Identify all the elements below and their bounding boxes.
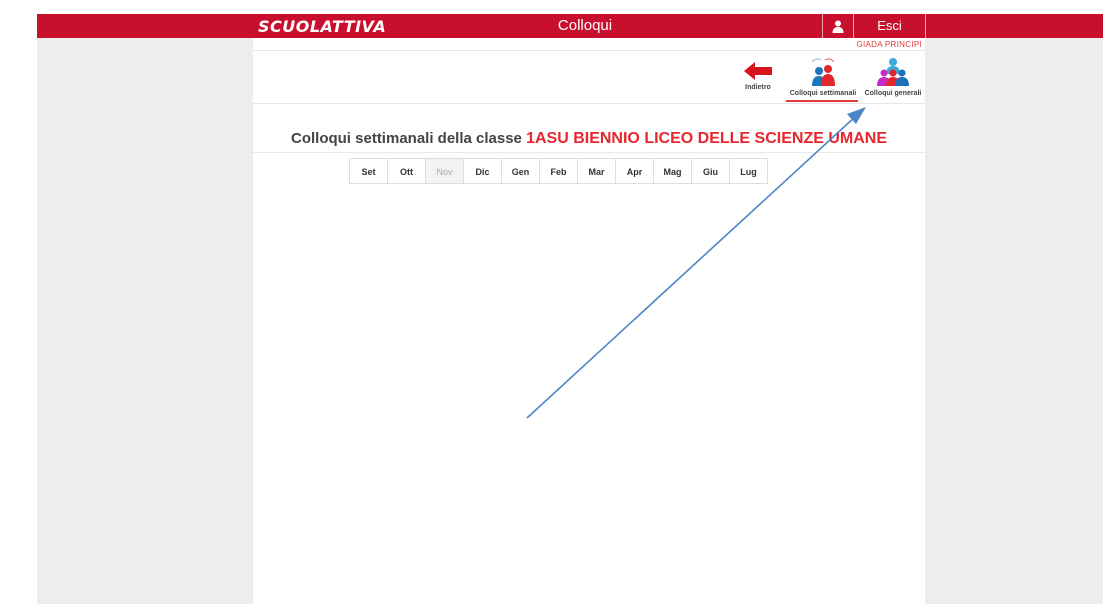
app-logo[interactable]: SCUOLATTIVA	[258, 15, 386, 37]
general-meetings-icon	[877, 58, 909, 86]
month-button-ott[interactable]: Ott	[387, 158, 426, 184]
user-button[interactable]	[822, 14, 854, 38]
right-gutter	[925, 38, 1103, 604]
left-gutter	[37, 38, 253, 604]
month-button-nov: Nov	[425, 158, 464, 184]
logout-button[interactable]: Esci	[854, 14, 926, 38]
page-title: Colloqui	[557, 17, 613, 34]
divider	[253, 50, 925, 51]
back-button[interactable]: Indietro	[738, 62, 778, 91]
month-button-feb[interactable]: Feb	[539, 158, 578, 184]
general-label: Colloqui generali	[864, 90, 922, 97]
month-button-gen[interactable]: Gen	[501, 158, 540, 184]
back-label: Indietro	[745, 84, 771, 91]
month-button-apr[interactable]: Apr	[615, 158, 654, 184]
section-heading: Colloqui settimanali della classe 1ASU B…	[253, 130, 925, 148]
class-name: 1ASU BIENNIO LICEO DELLE SCIENZE UMANE	[526, 130, 887, 147]
arrow-left-icon	[744, 62, 772, 80]
tab-general-meetings[interactable]: Colloqui generali	[860, 56, 926, 97]
month-button-mag[interactable]: Mag	[653, 158, 692, 184]
heading-prefix: Colloqui settimanali della classe	[290, 130, 522, 147]
active-tab-indicator	[786, 100, 858, 102]
weekly-meetings-icon	[811, 58, 835, 86]
month-button-mar[interactable]: Mar	[577, 158, 616, 184]
month-button-lug[interactable]: Lug	[729, 158, 768, 184]
month-button-giu[interactable]: Giu	[691, 158, 730, 184]
divider	[253, 152, 925, 153]
left-margin	[0, 0, 37, 604]
tab-weekly-meetings[interactable]: Colloqui settimanali	[784, 56, 862, 97]
content-area	[253, 38, 925, 604]
weekly-label: Colloqui settimanali	[789, 90, 857, 97]
divider	[253, 103, 925, 104]
page: SCUOLATTIVA Colloqui Esci GIADA PRINCIPI…	[0, 0, 1103, 604]
month-selector: Set Ott Nov Dic Gen Feb Mar Apr Mag Giu Lug	[349, 158, 768, 184]
user-icon	[832, 20, 844, 33]
month-button-dic[interactable]: Dic	[463, 158, 502, 184]
user-name: GIADA PRINCIPI	[856, 40, 922, 49]
month-button-set[interactable]: Set	[349, 158, 388, 184]
